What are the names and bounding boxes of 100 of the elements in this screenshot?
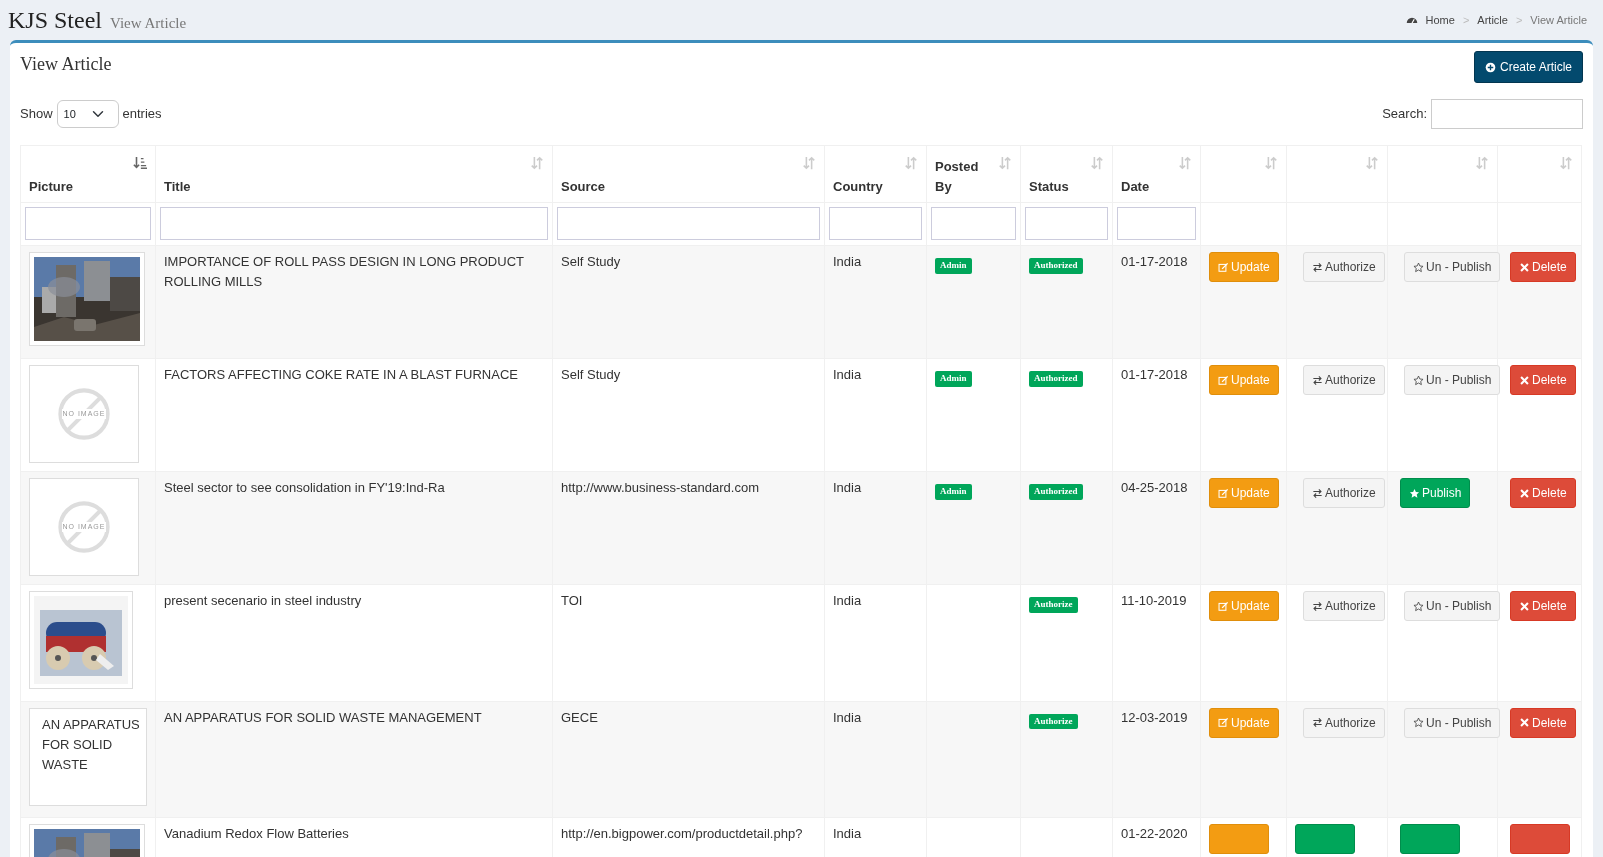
exchange-icon bbox=[1312, 374, 1323, 386]
unpublish-button[interactable]: Un - Publish bbox=[1404, 591, 1501, 621]
show-label: Show bbox=[20, 105, 53, 124]
article-country: India bbox=[833, 480, 862, 495]
status-label: Authorize bbox=[1029, 713, 1078, 729]
article-country: India bbox=[833, 367, 862, 382]
unpublish-button[interactable]: Un - Publish bbox=[1404, 707, 1501, 738]
column-header[interactable]: Source bbox=[561, 178, 606, 194]
exchange-icon bbox=[1312, 261, 1323, 273]
close-icon bbox=[1519, 487, 1530, 499]
breadcrumb-separator: > bbox=[1515, 12, 1523, 28]
page-title: KJS Steel bbox=[8, 6, 102, 35]
authorize-button[interactable]: Authorize bbox=[1303, 591, 1385, 621]
entries-select[interactable]: 10 bbox=[56, 100, 119, 128]
article-date: 04-25-2018 bbox=[1121, 480, 1188, 495]
status-label: Authorized bbox=[1029, 258, 1083, 274]
close-icon bbox=[1519, 600, 1530, 612]
breadcrumb-link[interactable]: Article bbox=[1477, 11, 1508, 29]
article-source: Self Study bbox=[561, 254, 621, 269]
edit-icon bbox=[1218, 487, 1229, 499]
article-date: 01-17-2018 bbox=[1121, 254, 1188, 269]
breadcrumb-link[interactable]: Home bbox=[1425, 11, 1455, 29]
search-label: Search: bbox=[1382, 105, 1427, 124]
column-header[interactable]: Country bbox=[833, 178, 883, 194]
authorize-button[interactable]: Authorize bbox=[1303, 252, 1385, 282]
delete-button[interactable]: Delete bbox=[1510, 365, 1576, 395]
filter-field[interactable] bbox=[160, 207, 548, 240]
article-title: Steel sector to see consolidation in FY'19:Ind-Ra bbox=[164, 480, 445, 495]
no-image-icon bbox=[57, 500, 111, 554]
filter-field[interactable] bbox=[829, 207, 922, 240]
posted-by-label: Admin bbox=[935, 258, 972, 274]
entries-label: entries bbox=[122, 105, 162, 124]
article-source: http://www.business-standard.com bbox=[561, 480, 759, 495]
article-date: 11-10-2019 bbox=[1121, 593, 1187, 608]
unpublish-button[interactable]: Un - Publish bbox=[1404, 252, 1501, 282]
image-alt-text: AN APPARATUS FOR SOLID WASTE bbox=[42, 715, 141, 774]
close-icon bbox=[1519, 261, 1530, 273]
close-icon bbox=[1519, 717, 1530, 728]
exchange-icon bbox=[1312, 487, 1323, 499]
filter-field[interactable] bbox=[931, 207, 1016, 240]
no-image-icon bbox=[57, 387, 111, 441]
status-label: Authorized bbox=[1029, 371, 1083, 387]
column-header[interactable]: Picture bbox=[29, 178, 74, 194]
edit-icon bbox=[1218, 374, 1229, 386]
plus-circle-icon bbox=[1484, 61, 1496, 73]
article-source: http://en.bigpower.com/productdetail.php? bbox=[561, 826, 803, 841]
article-country: India bbox=[833, 709, 862, 725]
article-title: Vanadium Redox Flow Batteries bbox=[164, 826, 349, 841]
delete-button[interactable] bbox=[1510, 824, 1570, 854]
authorize-button[interactable]: Authorize bbox=[1303, 707, 1385, 738]
article-source: Self Study bbox=[561, 367, 621, 382]
filter-field[interactable] bbox=[557, 207, 820, 240]
article-title: FACTORS AFFECTING COKE RATE IN A BLAST FURNACE bbox=[164, 367, 518, 382]
article-date: 12-03-2019 bbox=[1121, 709, 1188, 725]
update-button[interactable] bbox=[1209, 824, 1269, 854]
edit-icon bbox=[1218, 261, 1229, 273]
box-title: View Article bbox=[20, 53, 112, 76]
article-country: India bbox=[833, 826, 862, 841]
column-header[interactable]: Title bbox=[164, 178, 191, 194]
star-icon bbox=[1413, 600, 1424, 612]
edit-icon bbox=[1218, 600, 1229, 612]
exchange-icon bbox=[1312, 600, 1323, 612]
publish-button[interactable] bbox=[1400, 824, 1460, 854]
article-date: 01-22-2020 bbox=[1121, 826, 1188, 841]
authorize-button[interactable] bbox=[1295, 824, 1355, 854]
create-article-button[interactable]: Create Article bbox=[1473, 51, 1583, 83]
authorize-button[interactable]: Authorize bbox=[1303, 478, 1385, 508]
delete-button[interactable]: Delete bbox=[1510, 252, 1576, 282]
breadcrumb-separator: > bbox=[1462, 12, 1470, 28]
close-icon bbox=[1519, 374, 1530, 386]
delete-button[interactable]: Delete bbox=[1510, 591, 1576, 621]
star-icon bbox=[1409, 487, 1420, 499]
posted-by-label: Admin bbox=[935, 371, 972, 387]
page-subtitle: View Article bbox=[110, 14, 187, 33]
article-country: India bbox=[833, 254, 862, 269]
edit-icon bbox=[1218, 717, 1229, 728]
article-title: present secenario in steel industry bbox=[164, 593, 362, 608]
filter-field[interactable] bbox=[1117, 207, 1196, 240]
filter-field[interactable] bbox=[1025, 207, 1108, 240]
filter-field[interactable] bbox=[25, 207, 151, 240]
article-title: AN APPARATUS FOR SOLID WASTE MANAGEMENT bbox=[164, 709, 482, 725]
star-icon bbox=[1413, 374, 1424, 386]
column-header[interactable]: Date bbox=[1121, 178, 1150, 194]
article-source: TOI bbox=[561, 593, 583, 608]
column-header[interactable]: Status bbox=[1029, 178, 1069, 194]
authorize-button[interactable]: Authorize bbox=[1303, 365, 1385, 395]
delete-button[interactable]: Delete bbox=[1510, 707, 1576, 738]
article-title: IMPORTANCE OF ROLL PASS DESIGN IN LONG PRODUCT ROLLING MILLS bbox=[164, 254, 524, 289]
article-country: India bbox=[833, 593, 862, 608]
star-icon bbox=[1413, 717, 1424, 728]
article-source: GECE bbox=[561, 709, 598, 725]
delete-button[interactable]: Delete bbox=[1510, 478, 1576, 508]
posted-by-label: Admin bbox=[935, 484, 972, 500]
search-field[interactable] bbox=[1431, 99, 1583, 129]
status-label: Authorized bbox=[1029, 484, 1083, 500]
star-icon bbox=[1413, 261, 1424, 273]
exchange-icon bbox=[1312, 717, 1323, 728]
unpublish-button[interactable]: Un - Publish bbox=[1404, 365, 1501, 395]
status-label: Authorize bbox=[1029, 597, 1078, 613]
article-date: 01-17-2018 bbox=[1121, 367, 1188, 382]
